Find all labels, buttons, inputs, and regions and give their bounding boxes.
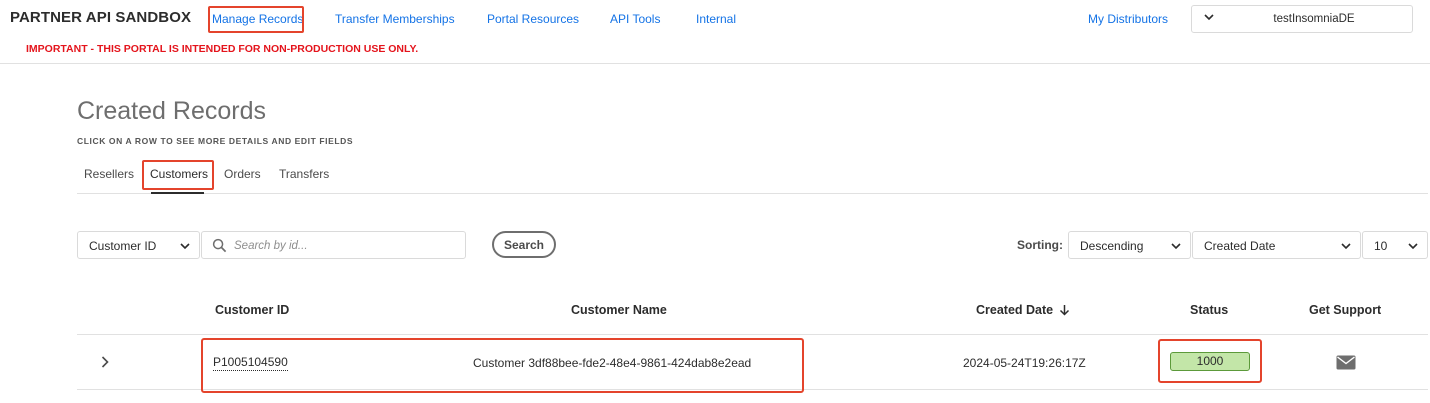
highlight-manage-records <box>208 6 304 33</box>
page-size-select[interactable]: 10 <box>1362 231 1428 259</box>
column-header-customer-id: Customer ID <box>215 303 290 317</box>
nav-internal[interactable]: Internal <box>696 12 736 26</box>
chevron-down-icon <box>1341 243 1351 250</box>
highlight-status <box>1158 339 1262 383</box>
search-field[interactable] <box>201 231 466 259</box>
page-title: Created Records <box>77 97 266 125</box>
search-button[interactable]: Search <box>492 231 556 258</box>
field-select[interactable]: Customer ID <box>77 231 200 259</box>
column-header-status: Status <box>1190 303 1229 317</box>
highlight-customer-details <box>201 338 804 393</box>
brand-title: PARTNER API SANDBOX <box>10 9 192 26</box>
chevron-down-icon <box>180 243 190 250</box>
nav-my-distributors[interactable]: My Distributors <box>1088 12 1168 26</box>
tab-transfers[interactable]: Transfers <box>279 167 329 181</box>
nav-api-tools[interactable]: API Tools <box>610 12 660 26</box>
sort-order-select[interactable]: Descending <box>1068 231 1191 259</box>
tab-orders[interactable]: Orders <box>224 167 261 181</box>
chevron-right-icon[interactable] <box>100 355 110 369</box>
nav-portal-resources[interactable]: Portal Resources <box>487 12 579 26</box>
chevron-down-icon <box>1408 243 1418 250</box>
active-tab-underline <box>151 192 204 194</box>
field-select-value: Customer ID <box>89 239 157 253</box>
sort-field-select[interactable]: Created Date <box>1192 231 1361 259</box>
created-date-header-label: Created Date <box>976 303 1054 317</box>
record-tabs: Resellers Customers Orders Transfers <box>77 160 1428 194</box>
account-select[interactable]: testInsomniaDE <box>1191 5 1413 33</box>
non-production-warning: IMPORTANT - THIS PORTAL IS INTENDED FOR … <box>26 43 419 55</box>
highlight-customers-tab <box>142 160 214 190</box>
sort-field-value: Created Date <box>1204 239 1276 253</box>
created-date-cell: 2024-05-24T19:26:17Z <box>963 356 1086 370</box>
search-input[interactable] <box>234 236 459 255</box>
chevron-down-icon <box>1171 243 1181 250</box>
sorting-label: Sorting: <box>1017 238 1063 252</box>
page-size-value: 10 <box>1374 239 1388 253</box>
column-header-get-support: Get Support <box>1309 303 1382 317</box>
column-header-created-date[interactable]: Created Date <box>976 303 1070 317</box>
page-subtitle: CLICK ON A ROW TO SEE MORE DETAILS AND E… <box>77 136 354 146</box>
nav-transfer-memberships[interactable]: Transfer Memberships <box>335 12 455 26</box>
account-select-value: testInsomniaDE <box>1273 13 1355 25</box>
mail-icon[interactable] <box>1336 355 1356 370</box>
search-icon <box>212 238 227 253</box>
column-header-customer-name: Customer Name <box>571 303 667 317</box>
tab-resellers[interactable]: Resellers <box>84 167 134 181</box>
arrow-down-icon <box>1060 305 1070 316</box>
top-header: PARTNER API SANDBOX Manage Records Trans… <box>0 0 1430 64</box>
sort-order-value: Descending <box>1080 239 1144 253</box>
